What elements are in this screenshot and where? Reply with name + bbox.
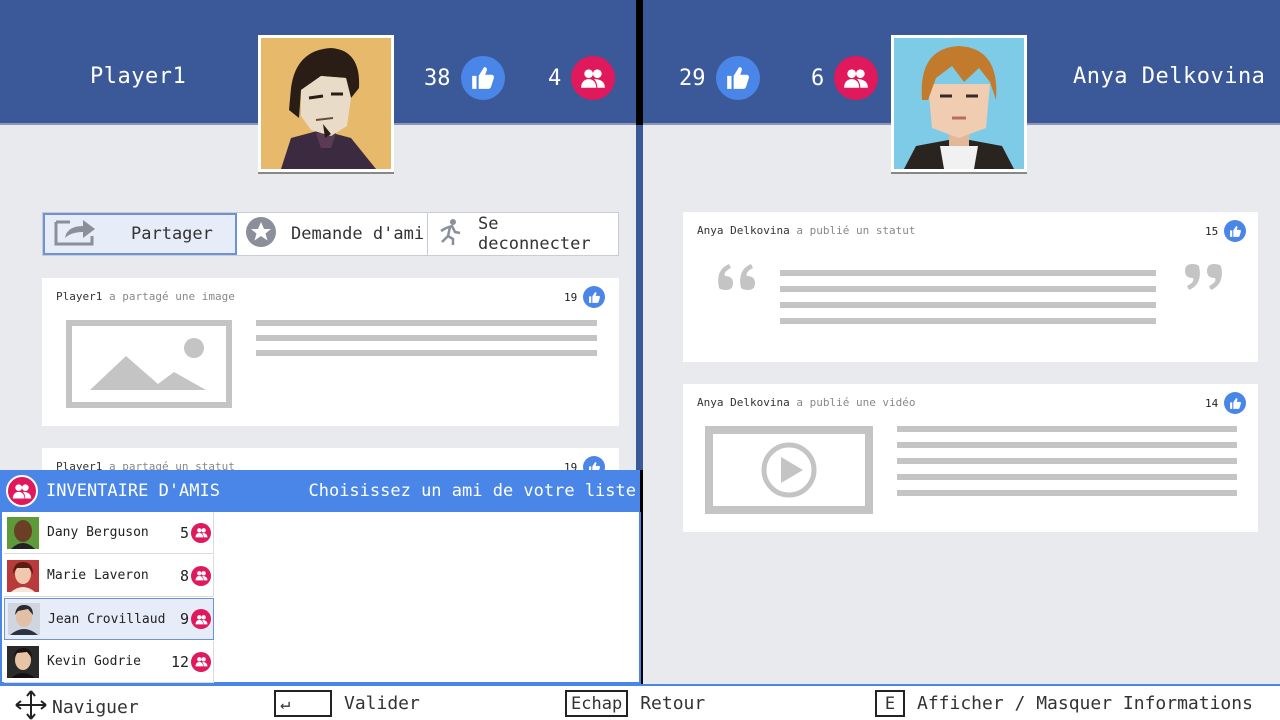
thumbs-up-icon <box>1224 392 1247 414</box>
post-quote[interactable]: Anya Delkovina a publié un statut 15 <box>683 212 1258 362</box>
player-name: Player1 <box>90 64 187 89</box>
share-label: Partager <box>131 224 213 244</box>
post-like-count: 14 <box>1205 396 1219 410</box>
thumbs-up-icon <box>715 56 760 100</box>
post-likes: 14 <box>1205 392 1247 414</box>
friend-avatar <box>7 559 39 592</box>
likes-count: 38 <box>424 65 451 91</box>
friend-count: 12 <box>170 652 189 671</box>
thumbs-up-icon <box>583 286 606 308</box>
validate-hint: ↵ Valider <box>274 690 420 717</box>
friends-stat: 4 <box>548 56 616 100</box>
star-icon <box>245 216 277 253</box>
friends-icon <box>191 522 211 543</box>
post-author: Anya Delkovina <box>697 396 790 409</box>
inventory-hint: Choisissez un ami de votre liste <box>308 481 636 501</box>
right-profile-panel: 29 6 Anya Delkovina Anya Delkovina a pub… <box>643 0 1280 684</box>
post-verb: a publié un statut <box>796 224 916 237</box>
post-video[interactable]: Anya Delkovina a publié une vidéo 14 <box>683 384 1258 532</box>
thumbs-up-icon <box>460 56 505 100</box>
contact-name: Anya Delkovina <box>1073 64 1266 89</box>
friends-icon <box>571 56 616 100</box>
info-label: Afficher / Masquer Informations <box>917 693 1253 714</box>
back-label: Retour <box>640 693 706 714</box>
friend-item-selected[interactable]: Jean Crovillaud 9 <box>4 598 214 640</box>
action-bar: Partager Demande d'ami Se deconnecter <box>42 212 619 256</box>
post-verb: a partagé une image <box>108 290 235 303</box>
friends-icon <box>6 475 38 507</box>
share-icon <box>53 216 97 253</box>
friend-name: Jean Crovillaud <box>48 611 166 627</box>
friend-name: Marie Laveron <box>47 568 149 583</box>
friends-icon <box>191 651 211 672</box>
navigate-label: Naviguer <box>52 697 139 718</box>
post-image[interactable]: Player1 a partagé une image 19 <box>42 278 619 426</box>
friends-stat: 6 <box>811 56 879 100</box>
close-quote-icon <box>1181 262 1225 296</box>
logout-label: Se deconnecter <box>478 214 591 254</box>
friend-count: 5 <box>179 523 189 542</box>
friend-request-label: Demande d'ami <box>291 224 425 244</box>
escape-key: Echap <box>565 690 629 717</box>
post-like-count: 15 <box>1205 224 1219 238</box>
friend-request-button[interactable]: Demande d'ami <box>237 213 428 255</box>
friend-item[interactable]: Kevin Godrie 12 <box>4 641 214 683</box>
post-verb: a publié une vidéo <box>796 396 916 409</box>
video-placeholder-icon <box>705 426 873 518</box>
post-author: Anya Delkovina <box>697 224 790 237</box>
post-likes: 15 <box>1205 220 1247 242</box>
validate-label: Valider <box>344 693 420 714</box>
friend-item[interactable]: Marie Laveron 8 <box>4 555 214 597</box>
thumbs-up-icon <box>1224 220 1247 242</box>
arrows-move-icon <box>14 690 48 720</box>
friend-count: 8 <box>179 566 189 585</box>
contact-avatar <box>891 35 1027 172</box>
likes-stat: 38 <box>424 56 505 100</box>
share-button[interactable]: Partager <box>43 213 237 255</box>
logout-button[interactable]: Se deconnecter <box>428 213 618 255</box>
info-hint: E Afficher / Masquer Informations <box>875 690 1253 717</box>
friends-icon <box>191 565 211 586</box>
post-author: Player1 <box>56 290 103 303</box>
friend-count: 9 <box>179 610 189 628</box>
controls-footer: Naviguer ↵ Valider Echap Retour E Affich… <box>0 684 1280 720</box>
post-likes: 19 <box>564 286 606 308</box>
likes-stat: 29 <box>679 56 760 100</box>
friend-inventory-header: INVENTAIRE D'AMIS Choisissez un ami de v… <box>0 470 640 512</box>
back-hint: Echap Retour <box>565 690 705 717</box>
friend-avatar <box>8 603 40 635</box>
open-quote-icon <box>715 262 759 296</box>
friends-count: 6 <box>811 65 825 91</box>
friends-icon <box>834 56 879 100</box>
likes-count: 29 <box>679 65 706 91</box>
enter-key-icon: ↵ <box>274 690 332 717</box>
image-placeholder-icon <box>66 320 232 408</box>
player-avatar <box>258 35 394 172</box>
friend-name: Kevin Godrie <box>47 654 141 669</box>
friend-item[interactable]: Dany Berguson 5 <box>4 512 214 554</box>
post-header: Player1 a partagé une image <box>56 290 235 303</box>
navigate-hint: Naviguer <box>14 690 139 720</box>
panel-edge <box>636 125 643 470</box>
inventory-title: INVENTAIRE D'AMIS <box>46 481 220 501</box>
post-header: Anya Delkovina a publié une vidéo <box>697 396 916 409</box>
friend-name: Dany Berguson <box>47 525 149 540</box>
friend-inventory-list: Dany Berguson 5 Marie Laveron 8 Jean Cro… <box>0 512 641 684</box>
friends-count: 4 <box>548 65 562 91</box>
post-like-count: 19 <box>564 290 578 304</box>
running-person-icon <box>436 218 464 251</box>
friend-avatar <box>7 645 39 678</box>
friends-icon <box>191 609 211 629</box>
friend-avatar <box>7 516 39 549</box>
e-key: E <box>875 690 905 717</box>
post-header: Anya Delkovina a publié un statut <box>697 224 916 237</box>
